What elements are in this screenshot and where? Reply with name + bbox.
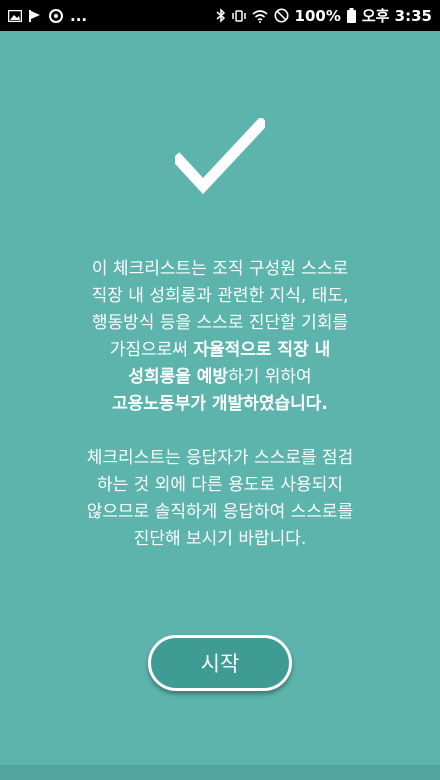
wifi-icon [251,9,268,23]
navigation-bar [0,765,440,780]
battery-icon [346,8,356,23]
sync-icon [48,8,64,24]
intro-line: 체크리스트는 응답자가 스스로를 점검 [86,448,354,468]
bluetooth-icon [216,8,226,23]
intro-line: 성희롱을 예방하기 위하여 [30,364,410,391]
intro-text-normal: 가짐으로써 [109,340,194,360]
battery-percent: 100% [294,6,341,25]
more-notifications-indicator: ... [70,6,88,25]
intro-text-bold: 자율적으로 직장 내 [193,340,331,360]
checkmark-icon [171,116,269,195]
status-left: ... [8,7,87,25]
status-time: 오후 3:35 [361,7,432,25]
start-button-label: 시작 [200,652,240,676]
vibrate-icon [231,9,246,23]
status-bar: ... 100% 오후 3:35 [0,0,440,31]
intro-line: 행동방식 등을 스스로 진단할 기회를 [91,313,349,333]
intro-line: 않으므로 솔직하게 응답하여 스스로를 [86,502,354,522]
do-not-disturb-icon [274,8,289,23]
gallery-icon [8,9,22,22]
intro-text-normal: 하기 위하여 [228,367,312,387]
intro-line: 고용노동부가 개발하였습니다. [112,394,328,414]
intro-line: 이 체크리스트는 조직 구성원 스스로 [91,259,349,279]
flag-icon [28,9,42,23]
intro-text-bold: 성희롱을 예방 [128,367,229,387]
intro-line: 진단해 보시기 바랍니다. [133,529,307,549]
intro-line: 가짐으로써 자율적으로 직장 내 [30,337,410,364]
intro-line: 하는 것 외에 다른 용도로 사용되지 [97,475,343,495]
intro-text: 이 체크리스트는 조직 구성원 스스로 직장 내 성희롱과 관련한 지식, 태도… [30,256,410,553]
start-button[interactable]: 시작 [148,635,292,691]
status-right: 100% 오후 3:35 [216,5,432,26]
intro-line: 직장 내 성희롱과 관련한 지식, 태도, [91,286,349,306]
